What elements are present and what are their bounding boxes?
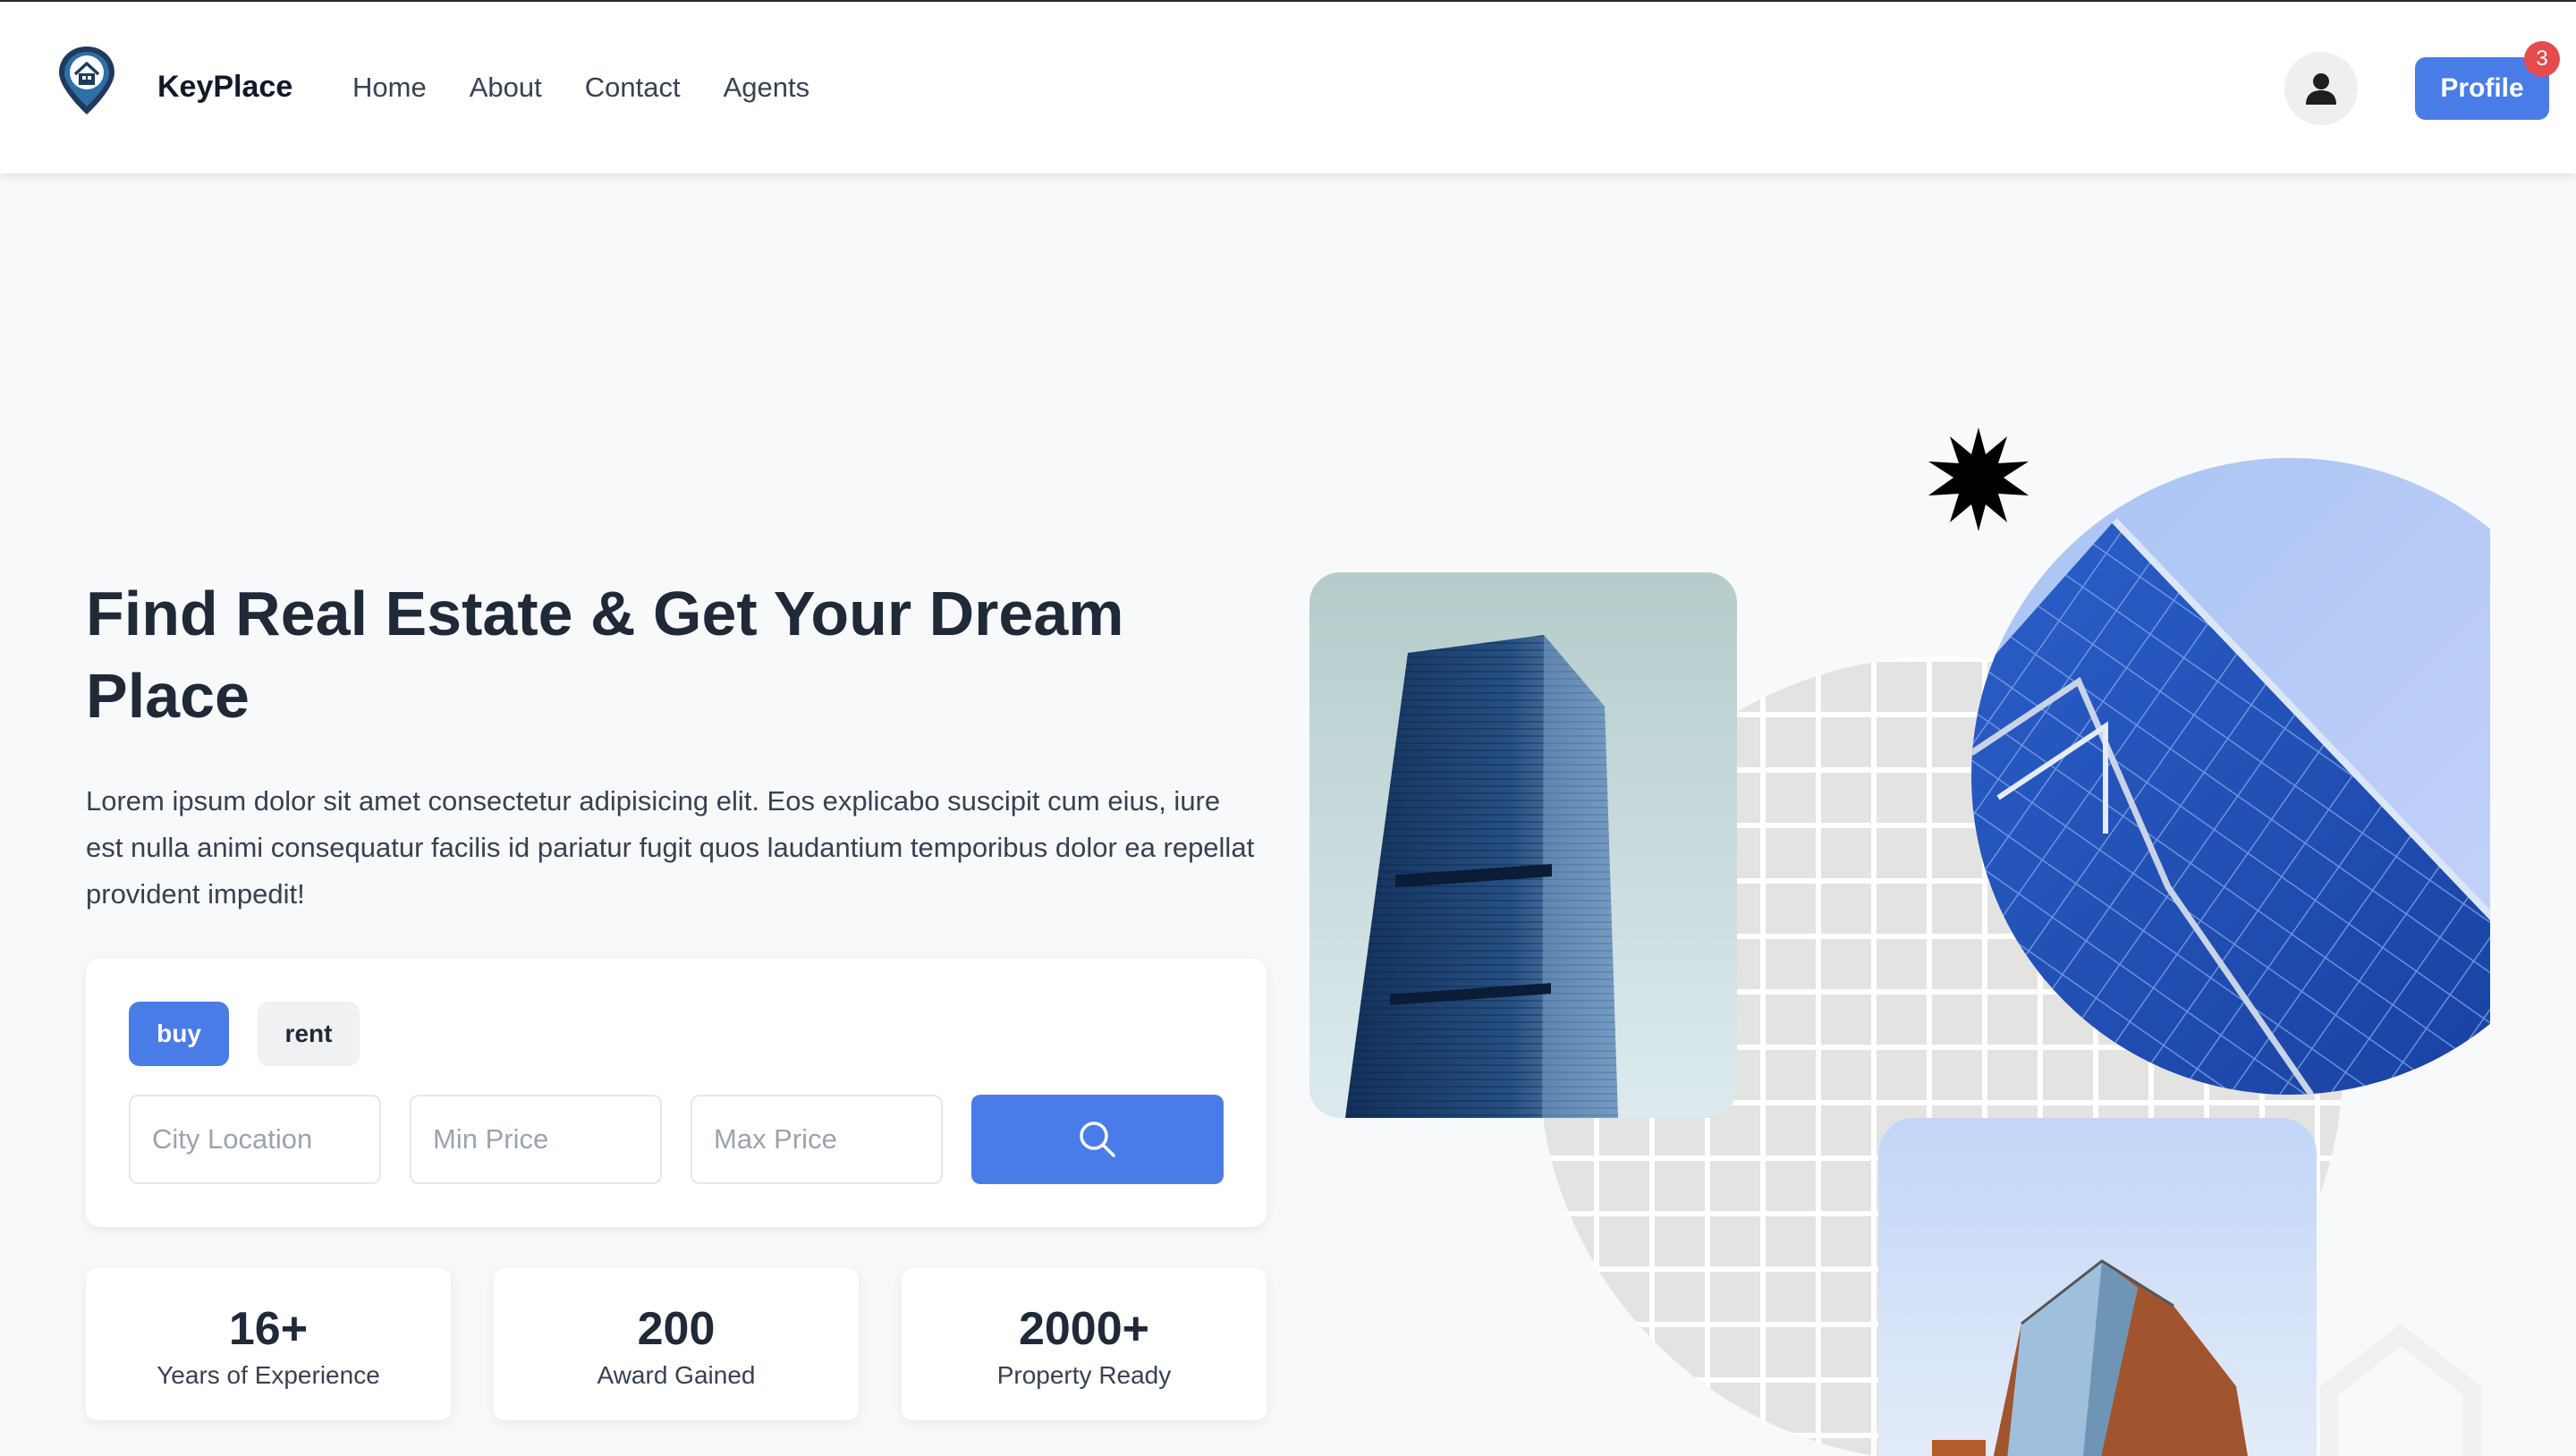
search-button[interactable] [971, 1095, 1224, 1184]
stat-card-awards: 200 Award Gained [494, 1268, 859, 1420]
tower-image [1309, 572, 1737, 1118]
stat-value: 2000+ [1018, 1303, 1150, 1355]
nav-link-agents[interactable]: Agents [724, 72, 810, 104]
search-card: buy rent [86, 959, 1267, 1227]
hero-visual [1309, 277, 2490, 1456]
stat-card-experience: 16+ Years of Experience [86, 1268, 451, 1420]
stat-label: Years of Experience [157, 1361, 380, 1389]
stat-label: Award Gained [597, 1361, 756, 1389]
hero-title: Find Real Estate & Get Your Dream Place [86, 579, 1124, 731]
search-icon [1080, 1122, 1115, 1157]
stat-value: 200 [637, 1303, 716, 1355]
nav-link-contact[interactable]: Contact [585, 72, 681, 104]
starburst-icon [1928, 427, 2029, 531]
site-header: KeyPlace Home About Contact Agents Profi… [0, 2, 2576, 174]
city-location-input[interactable] [129, 1095, 381, 1184]
min-price-input[interactable] [410, 1095, 662, 1184]
brand-name[interactable]: KeyPlace [157, 70, 292, 105]
brick-building-image [1878, 1118, 2317, 1456]
stat-label: Property Ready [996, 1361, 1172, 1389]
user-icon [2306, 73, 2336, 105]
tab-buy[interactable]: buy [129, 1002, 229, 1066]
notification-badge: 3 [2524, 41, 2560, 77]
stat-value: 16+ [228, 1303, 309, 1355]
house-pin-icon[interactable] [55, 43, 118, 118]
hero-description: Lorem ipsum dolor sit amet consectetur a… [86, 785, 1255, 910]
user-avatar-button[interactable] [2284, 52, 2358, 125]
nav-link-about[interactable]: About [470, 72, 542, 104]
max-price-input[interactable] [691, 1095, 943, 1184]
stat-card-properties: 2000+ Property Ready [902, 1268, 1267, 1420]
nav-link-home[interactable]: Home [352, 72, 427, 104]
tab-rent[interactable]: rent [258, 1002, 360, 1066]
house-outline-decoration [2320, 1324, 2481, 1456]
main-nav: Home About Contact Agents [352, 72, 809, 104]
